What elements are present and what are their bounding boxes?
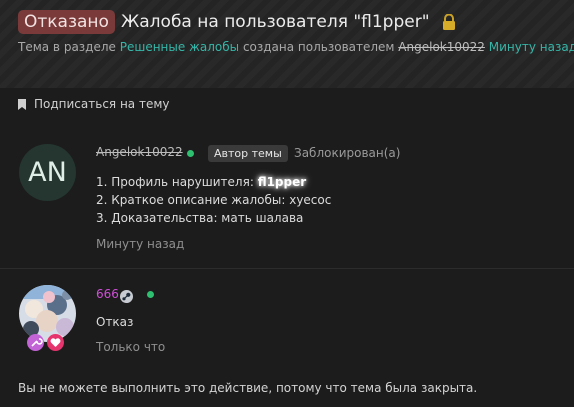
thread-time-link[interactable]: Минуту назад — [489, 40, 574, 54]
post-username[interactable]: 666 — [96, 287, 119, 301]
closed-notice: Вы не можете выполнить это действие, пот… — [18, 381, 478, 395]
online-dot-icon — [187, 150, 194, 157]
bookmark-icon — [18, 98, 26, 110]
thread-title: Жалоба на пользователя "fl1pper" — [120, 12, 430, 32]
author-badge: Автор темы — [208, 145, 288, 162]
post-line-2: 2. Краткое описание жалобы: хуесос — [96, 193, 332, 207]
online-dot-icon — [147, 291, 154, 298]
status-badge: Отказано — [18, 10, 115, 34]
post-time[interactable]: Только что — [96, 340, 165, 354]
meta-middle: создана пользователем — [239, 40, 399, 54]
subscribe-label: Подписаться на тему — [34, 97, 170, 111]
thread-meta: Тема в разделе Решенные жалобы создана п… — [18, 40, 574, 54]
post-line-1-prefix: 1. Профиль нарушителя: — [96, 175, 258, 189]
meta-prefix: Тема в разделе — [18, 40, 120, 54]
thread-header: Отказано Жалоба на пользователя "fl1pper… — [0, 0, 574, 88]
user-status: Заблокирован(а) — [294, 146, 401, 160]
divider — [0, 268, 574, 269]
wrench-badge-icon — [27, 334, 44, 351]
heart-badge-icon — [47, 334, 64, 351]
avatar[interactable]: AN — [19, 144, 76, 201]
thread-author-link[interactable]: Angelok10022 — [398, 40, 485, 54]
post-time[interactable]: Минуту назад — [96, 237, 184, 251]
violator-name: fl1pper — [257, 175, 307, 189]
post-line-1: 1. Профиль нарушителя: fl1pper — [96, 173, 331, 191]
post-text: Отказ — [96, 315, 134, 329]
lock-icon — [442, 13, 456, 30]
section-link[interactable]: Решенные жалобы — [120, 40, 239, 54]
thread-title-row: Отказано Жалоба на пользователя "fl1pper… — [18, 10, 456, 34]
post-line-3: 3. Доказательства: мать шалава — [96, 211, 304, 225]
subscribe-button[interactable]: Подписаться на тему — [18, 97, 170, 111]
post-username[interactable]: Angelok10022 — [96, 145, 183, 159]
steam-icon — [120, 288, 133, 303]
post-body: 1. Профиль нарушителя: fl1pper 2. Кратко… — [96, 173, 331, 227]
